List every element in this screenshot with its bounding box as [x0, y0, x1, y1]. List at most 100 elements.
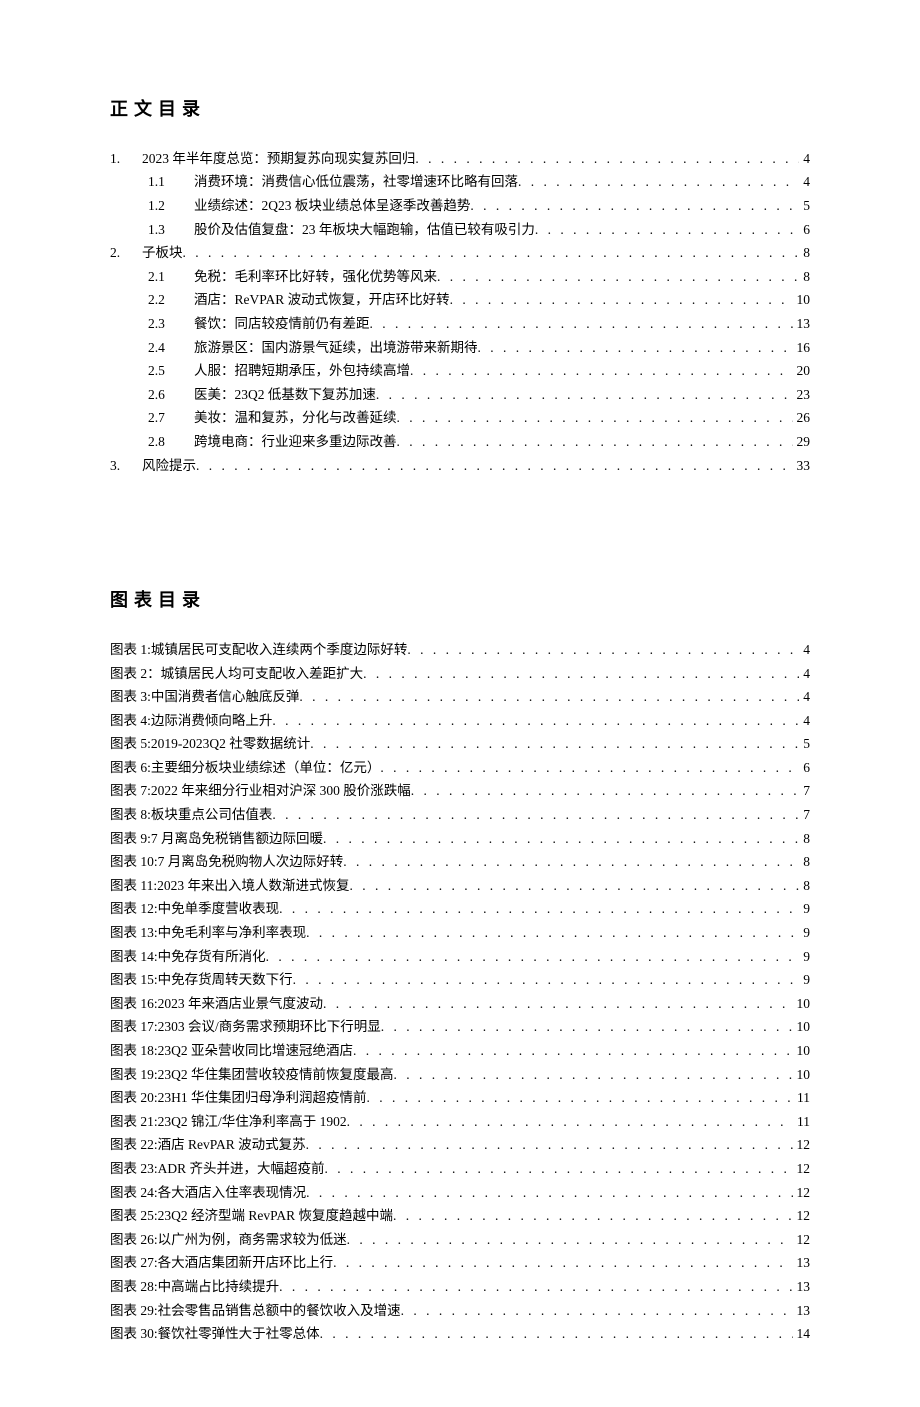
- fig-label: 图表 19:23Q2 华住集团营收较疫情前恢复度最高: [110, 1064, 394, 1086]
- toc-page: 29: [793, 431, 811, 453]
- fig-label: 图表 11:2023 年来出入境人数渐进式恢复: [110, 875, 350, 897]
- toc-leader: [333, 1252, 792, 1274]
- page-container: 正文目录 1. 2023 年半年度总览：预期复苏向现实复苏回归 4 1.1 消费…: [0, 0, 920, 1407]
- fig-label: 图表 15:中免存货周转天数下行: [110, 969, 293, 991]
- toc-leader: [343, 851, 799, 873]
- toc-page: 8: [799, 266, 810, 288]
- fig-row: 图表 30:餐饮社零弹性大于社零总体14: [110, 1323, 810, 1345]
- fig-page: 14: [793, 1323, 811, 1345]
- toc-leader: [350, 875, 800, 897]
- toc-leader: [279, 1276, 792, 1298]
- toc-leader: [450, 289, 793, 311]
- toc-leader: [518, 171, 799, 193]
- toc-l1-row: 1. 2023 年半年度总览：预期复苏向现实复苏回归 4: [110, 148, 810, 170]
- toc-leader: [410, 360, 793, 382]
- toc-leader: [347, 1229, 793, 1251]
- toc-num: 2.3: [148, 313, 194, 335]
- fig-page: 12: [793, 1158, 811, 1180]
- toc-num: 2.: [110, 242, 142, 264]
- toc-page: 6: [799, 219, 810, 241]
- toc-leader: [272, 710, 799, 732]
- fig-page: 8: [799, 828, 810, 850]
- fig-label: 图表 17:2303 会议/商务需求预期环比下行明显: [110, 1016, 381, 1038]
- toc-title: 正文目录: [110, 95, 810, 124]
- fig-page: 4: [799, 639, 810, 661]
- fig-row: 图表 7:2022 年来细分行业相对沪深 300 股价涨跌幅7: [110, 780, 810, 802]
- toc-l2-row: 2.2 酒店：ReVPAR 波动式恢复，开店环比好转 10: [110, 289, 810, 311]
- fig-page: 8: [799, 875, 810, 897]
- fig-label: 图表 24:各大酒店入住率表现情况: [110, 1182, 306, 1204]
- toc-label: 风险提示: [142, 455, 196, 477]
- fig-page: 10: [793, 1016, 811, 1038]
- toc-l2-row: 2.1 免税：毛利率环比好转，强化优势等风来 8: [110, 266, 810, 288]
- fig-row: 图表 9:7 月离岛免税销售额边际回暖8: [110, 828, 810, 850]
- toc-l2-row: 2.6 医美：23Q2 低基数下复苏加速 23: [110, 384, 810, 406]
- fig-row: 图表 18:23Q2 亚朵营收同比增速冠绝酒店10: [110, 1040, 810, 1062]
- toc-page: 23: [793, 384, 811, 406]
- fig-label: 图表 16:2023 年来酒店业景气度波动: [110, 993, 323, 1015]
- toc-leader: [437, 266, 799, 288]
- fig-page: 10: [793, 993, 811, 1015]
- fig-row: 图表 5:2019-2023Q2 社零数据统计 5: [110, 733, 810, 755]
- toc-page: 20: [793, 360, 811, 382]
- fig-label: 图表 7:2022 年来细分行业相对沪深 300 股价涨跌幅: [110, 780, 411, 802]
- toc-page: 4: [799, 148, 810, 170]
- fig-label: 图表 8:板块重点公司估值表: [110, 804, 272, 826]
- toc-leader: [394, 1064, 793, 1086]
- fig-label: 图表 12:中免单季度营收表现: [110, 898, 279, 920]
- toc-num: 1.3: [148, 219, 194, 241]
- fig-page: 9: [799, 969, 810, 991]
- fig-page: 5: [799, 733, 810, 755]
- fig-label: 图表 26:以广州为例，商务需求较为低迷: [110, 1229, 347, 1251]
- toc-l2-row: 2.4 旅游景区：国内游景气延续，出境游带来新期待 16: [110, 337, 810, 359]
- fig-label: 图表 27:各大酒店集团新开店环比上行: [110, 1252, 333, 1274]
- toc-leader: [415, 148, 799, 170]
- fig-page: 7: [799, 804, 810, 826]
- toc-l2-row: 1.3 股价及估值复盘：23 年板块大幅跑输，估值已较有吸引力 6: [110, 219, 810, 241]
- fig-page: 4: [799, 686, 810, 708]
- fig-page: 11: [793, 1111, 810, 1133]
- toc-l2-row: 2.8 跨境电商：行业迎来多重边际改善 29: [110, 431, 810, 453]
- toc-label: 医美：23Q2 低基数下复苏加速: [194, 384, 376, 406]
- toc-num: 2.4: [148, 337, 194, 359]
- fig-row: 图表 25:23Q2 经济型端 RevPAR 恢复度趋越中端12: [110, 1205, 810, 1227]
- toc-num: 2.5: [148, 360, 194, 382]
- toc-leader: [411, 780, 799, 802]
- fig-row: 图表 2：城镇居民人均可支配收入差距扩大4: [110, 663, 810, 685]
- toc-leader: [393, 1205, 792, 1227]
- fig-row: 图表 21:23Q2 锦江/华住净利率高于 190211: [110, 1111, 810, 1133]
- fig-label: 图表 5:2019-2023Q2 社零数据统计: [110, 733, 310, 755]
- toc-label: 餐饮：同店较疫情前仍有差距: [194, 313, 370, 335]
- fig-page: 13: [793, 1300, 811, 1322]
- fig-row: 图表 4:边际消费倾向略上升4: [110, 710, 810, 732]
- fig-page: 8: [799, 851, 810, 873]
- fig-label: 图表 6:主要细分板块业绩综述（单位：亿元）: [110, 757, 380, 779]
- toc-label: 人服：招聘短期承压，外包持续高增: [194, 360, 410, 382]
- toc-l2-row: 1.2 业绩综述：2Q23 板块业绩总体呈逐季改善趋势 5: [110, 195, 810, 217]
- toc-label: 美妆：温和复苏，分化与改善延续: [194, 407, 397, 429]
- toc-label: 业绩综述：2Q23 板块业绩总体呈逐季改善趋势: [194, 195, 470, 217]
- toc-num: 1.1: [148, 171, 194, 193]
- figure-toc: 图表 1:城镇居民可支配收入连续两个季度边际好转4 图表 2：城镇居民人均可支配…: [110, 639, 810, 1345]
- fig-row: 图表 8:板块重点公司估值表 7: [110, 804, 810, 826]
- toc-leader: [478, 337, 793, 359]
- fig-label: 图表 20:23H1 华住集团归母净利润超疫情前: [110, 1087, 367, 1109]
- toc-leader: [370, 313, 793, 335]
- toc-l2-row: 2.7 美妆：温和复苏，分化与改善延续 26: [110, 407, 810, 429]
- toc-leader: [306, 1182, 792, 1204]
- toc-page: 33: [793, 455, 811, 477]
- fig-row: 图表 19:23Q2 华住集团营收较疫情前恢复度最高10: [110, 1064, 810, 1086]
- fig-label: 图表 3:中国消费者信心触底反弹: [110, 686, 299, 708]
- toc-num: 1.: [110, 148, 142, 170]
- toc-leader: [470, 195, 799, 217]
- toc-leader: [279, 898, 799, 920]
- toc-leader: [299, 686, 799, 708]
- fig-row: 图表 1:城镇居民可支配收入连续两个季度边际好转4: [110, 639, 810, 661]
- toc-l1-row: 3. 风险提示 33: [110, 455, 810, 477]
- toc-l2-row: 2.5 人服：招聘短期承压，外包持续高增 20: [110, 360, 810, 382]
- toc-leader: [353, 1040, 793, 1062]
- fig-label: 图表 13:中免毛利率与净利率表现: [110, 922, 306, 944]
- toc-leader: [380, 757, 799, 779]
- toc-label: 免税：毛利率环比好转，强化优势等风来: [194, 266, 437, 288]
- toc-label: 旅游景区：国内游景气延续，出境游带来新期待: [194, 337, 478, 359]
